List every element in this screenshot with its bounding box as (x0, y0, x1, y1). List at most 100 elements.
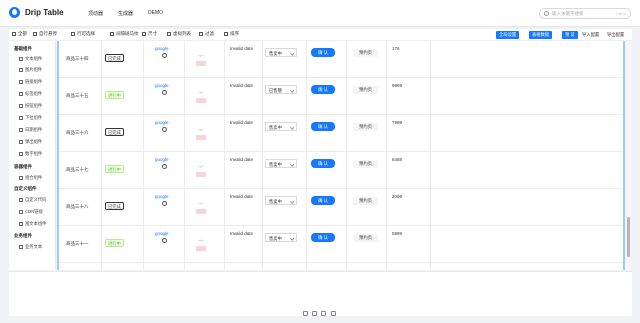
group-icon (19, 175, 23, 180)
info-icon[interactable] (162, 53, 167, 58)
table-row[interactable]: 商品三十四 已完成 google ~/~ Invalid date 售卖中 确 认 预约页 17… (59, 41, 623, 78)
cell-number: 2099 (392, 194, 403, 199)
cell-link[interactable]: google (155, 157, 169, 162)
confirm-button[interactable]: 确 认 (311, 122, 335, 131)
sidebar-item-business-text[interactable]: 业务文本 (19, 244, 42, 250)
search-placeholder: 输入关键字搜索 (552, 11, 584, 16)
cell-name: 商品三十八 (66, 204, 89, 209)
sidebar-item-code[interactable]: 自定义代码 (19, 197, 46, 203)
table-row[interactable]: 商品三十五 进行中 google ~/~ Invalid date 已售罄 确 认 预约页 99… (59, 78, 623, 115)
pencil-icon (12, 31, 16, 36)
toolbar-stripe[interactable]: 间隔斑马纹 (110, 31, 139, 37)
toolbar-sticky[interactable]: 自行悬停 (33, 31, 57, 37)
group-container: 容器组件 (14, 164, 32, 169)
confirm-button[interactable]: 确 认 (311, 85, 335, 94)
table-icon (33, 31, 37, 36)
drip-table-logo-icon[interactable] (9, 7, 20, 18)
link-icon[interactable] (312, 311, 317, 316)
cell-number: 9999 (392, 83, 403, 88)
status-tag: 已完成 (105, 202, 124, 210)
cell-label: 预约页 (353, 160, 378, 168)
cell-link[interactable]: google (155, 120, 169, 125)
canvas-scrollbar[interactable] (626, 41, 631, 270)
toolbar-filter[interactable]: 过滤 (199, 31, 214, 37)
svg-text:~/~: ~/~ (198, 201, 204, 206)
sidebar-item-image[interactable]: 图片组件 (19, 67, 42, 73)
toolbar-sort[interactable]: 排序 (224, 31, 239, 37)
toolbar-all[interactable]: 全部 (12, 31, 27, 37)
sidebar-item-popup[interactable]: 弹出组件 (19, 139, 42, 145)
sidebar-item-text[interactable]: 文本组件 (19, 56, 42, 62)
nav-link-demo[interactable]: DEMO (148, 10, 163, 16)
status-select[interactable]: 售卖中 (265, 48, 297, 57)
toolbar-selectable[interactable]: 行可选择 (71, 31, 95, 37)
table-canvas: 商品三十四 已完成 google ~/~ Invalid date 售卖中确 认预约页 17… (57, 41, 625, 270)
sidebar-item-date[interactable]: 日期组件 (19, 127, 42, 133)
settings-icon[interactable] (303, 311, 308, 316)
copy-icon[interactable] (321, 311, 326, 316)
scrollbar-thumb[interactable] (627, 217, 630, 257)
export-config-button[interactable]: 导出配置 (604, 31, 627, 39)
sidebar-item-richtext[interactable]: 富文本组件 (19, 221, 46, 227)
cell-link[interactable]: google (155, 83, 169, 88)
status-select[interactable]: 已售罄 (265, 85, 297, 94)
number-icon (19, 151, 23, 156)
popup-icon (19, 139, 23, 144)
tag-icon (19, 91, 23, 96)
link-icon (19, 79, 23, 84)
sidebar-item-button[interactable]: 按钮组件 (19, 103, 42, 109)
toolbar-virtual[interactable]: 虚拟列表 (167, 31, 191, 37)
sidebar-item-link[interactable]: 链接组件 (19, 79, 42, 85)
sidebar-item-select[interactable]: 下拉组件 (19, 115, 42, 121)
info-icon[interactable] (162, 201, 167, 206)
code-icon[interactable] (331, 311, 336, 316)
status-select[interactable]: 售卖中 (265, 233, 297, 242)
confirm-button[interactable]: 确 认 (311, 233, 335, 242)
confirm-button[interactable]: 确 认 (311, 196, 335, 205)
chevron-down-icon (289, 88, 294, 93)
brand-title[interactable]: Drip Table (25, 8, 64, 17)
confirm-button[interactable]: 确 认 (311, 159, 335, 168)
sidebar-item-tag[interactable]: 标签组件 (19, 91, 42, 97)
status-select[interactable]: 售卖中 (265, 122, 297, 131)
confirm-button[interactable]: 确 认 (311, 48, 335, 57)
sidebar-item-number[interactable]: 数字组件 (19, 151, 42, 157)
cell-link[interactable]: google (155, 194, 169, 199)
checkbox-icon (71, 31, 75, 36)
info-icon[interactable] (162, 238, 167, 243)
editor-toolbar: 全部 自行悬停 行可选择 间隔斑马纹 尺寸 虚拟列表 过滤 排序 全局设置 表格… (9, 29, 632, 41)
nav-link-editor[interactable]: 顶动器 (88, 10, 103, 17)
product-image: ~/~ (194, 123, 208, 143)
table-row[interactable]: 商品三十一 进行中 google ~/~ Invalid date 售卖中 确 认 预约页 59… (59, 226, 623, 263)
business-icon (19, 244, 23, 249)
sidebar-item-group[interactable]: 组合组件 (19, 175, 42, 181)
table-row[interactable]: 商品三十八 已完成 google ~/~ Invalid date 售卖中 确 认 预约页 20… (59, 189, 623, 226)
status-select[interactable]: 售卖中 (265, 196, 297, 205)
cell-link[interactable]: google (155, 231, 169, 236)
cell-label: 预约页 (353, 234, 378, 242)
table-row[interactable]: 商品三十七 进行中 google ~/~ Invalid date 售卖中 确 认 预约页 64… (59, 152, 623, 189)
info-icon[interactable] (162, 164, 167, 169)
status-tag: 进行中 (105, 91, 124, 99)
global-settings-button[interactable]: 全局设置 (496, 31, 520, 39)
search-input[interactable]: 输入关键字搜索 Ctrl K (539, 8, 631, 19)
svg-text:~/~: ~/~ (198, 127, 204, 132)
cell-label: 预约页 (353, 197, 378, 205)
product-image: ~/~ (194, 160, 208, 180)
sidebar-item-cdn[interactable]: CDN链接 (19, 209, 43, 215)
status-tag: 已完成 (105, 54, 124, 62)
nav-link-generator[interactable]: 生成器 (118, 10, 133, 17)
cell-link[interactable]: google (155, 46, 169, 51)
status-select[interactable]: 售卖中 (265, 159, 297, 168)
import-config-button[interactable]: 导入配置 (579, 31, 602, 39)
preview-button[interactable]: 预 览 (562, 31, 578, 39)
info-icon[interactable] (162, 127, 167, 132)
info-icon[interactable] (162, 90, 167, 95)
group-business: 业务组件 (14, 233, 32, 238)
app-header: Drip Table 顶动器 生成器 DEMO 输入关键字搜索 Ctrl K (0, 0, 640, 27)
table-row[interactable]: 商品三十六 已完成 google ~/~ Invalid date 售卖中 确 认 预约页 79… (59, 115, 623, 152)
table-data-button[interactable]: 表格数据 (529, 31, 553, 39)
cell-number: 7999 (392, 120, 403, 125)
text-icon (19, 56, 23, 61)
toolbar-size[interactable]: 尺寸 (142, 31, 157, 37)
